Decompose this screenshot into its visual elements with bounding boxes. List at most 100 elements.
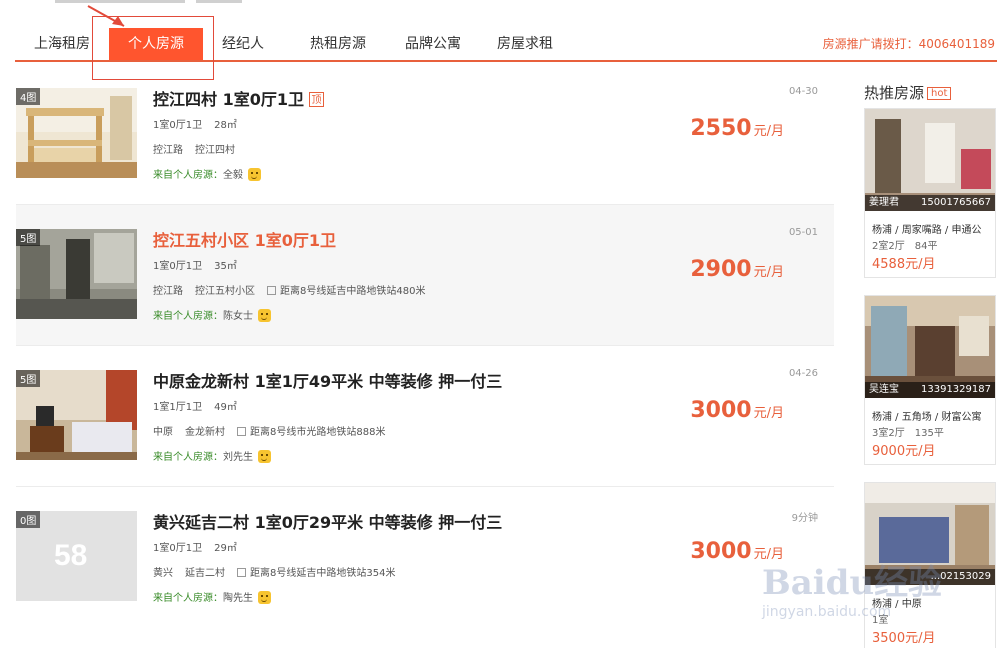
hot-listing-photo[interactable]: 吴连宝 13391329187 [865,296,995,398]
listing-district[interactable]: 控江路 [153,145,183,156]
listing-title[interactable]: 控江五村小区 1室0厅1卫 [153,227,336,251]
listing-metro: 距离8号线市光路地铁站888米 [250,427,386,438]
agent-overlay: 姜理君 15001765667 [865,195,995,211]
hot-listings-sidebar: 热推房源 hot 姜理君 15001765667 杨浦 / 周家嘴路 / 申通公 2… [864,82,996,648]
price-value: 2550 [690,116,752,141]
hot-listing-location[interactable]: 杨浦 / 中原 [872,595,992,610]
tab-hot-rentals[interactable]: 热租房源 [293,28,383,60]
listing-price: 3000 元/月 [690,539,784,564]
hot-listing-photo[interactable]: ...02153029 [865,483,995,585]
listing-metro: 距离8号线延吉中路地铁站480米 [280,286,426,297]
source-label: 来自个人房源： [153,311,223,322]
listing-district[interactable]: 中原 [153,427,173,438]
agent-phone: 13391329187 [921,384,991,395]
listing-community[interactable]: 延吉二村 [185,568,225,579]
hot-listing-photo[interactable]: 姜理君 15001765667 [865,109,995,211]
listing-layout: 1室0厅1卫 [153,261,203,272]
listing-photo-placeholder[interactable]: 58 0图 [16,511,137,601]
listing-title[interactable]: 控江四村 1室0厅1卫顶 [153,86,324,110]
listing-metro: 距离8号线延吉中路地铁站354米 [250,568,396,579]
hot-listing-price: 3500元/月 [872,631,936,646]
listing-source: 来自个人房源：刘先生 [153,448,271,463]
tab-rent-wanted[interactable]: 房屋求租 [483,28,567,60]
top-badge: 顶 [308,92,324,107]
listing-area: 28㎡ [214,120,237,131]
sidebar-title: 热推房源 hot [864,82,996,103]
listing-location: 中原 金龙新村 距离8号线市光路地铁站888米 [153,423,397,438]
listing-location: 控江路 控江五村小区 距离8号线延吉中路地铁站480米 [153,282,437,297]
image-count-badge: 5图 [16,229,41,246]
tab-brand-apartments[interactable]: 品牌公寓 [391,28,475,60]
listing-district[interactable]: 黄兴 [153,568,173,579]
hot-listing-location[interactable]: 杨浦 / 周家嘴路 / 申通公 [872,221,992,236]
listing-photo[interactable]: 5图 [16,229,137,319]
listing-row[interactable]: 58 0图 黄兴延吉二村 1室0厅29平米 中等装修 押一付三 1室0厅1卫 29… [16,487,834,628]
listing-photo[interactable]: 5图 [16,370,137,460]
listing-specs: 1室0厅1卫 28㎡ [153,116,249,131]
hot-listing-card[interactable]: ...02153029 杨浦 / 中原 1室 3500元/月 [864,482,996,648]
hot-listing-rooms: 1室 [872,611,908,626]
source-label: 来自个人房源： [153,593,223,604]
area: 84平 [914,241,938,252]
agent-name: 吴连宝 [869,384,899,395]
price-unit: 元/月 [753,406,784,421]
tab-agents[interactable]: 经纪人 [213,28,273,60]
listing-row[interactable]: 5图 控江五村小区 1室0厅1卫 1室0厅1卫 35㎡ 控江路 控江五村小区 距离8号… [16,205,834,346]
image-count-badge: 4图 [16,88,41,105]
hot-listing-card[interactable]: 吴连宝 13391329187 杨浦 / 五角场 / 财富公寓 3室2厅 135平 … [864,295,996,465]
rooms: 2室2厅 [872,241,905,252]
agent-phone: ...02153029 [930,571,991,582]
listing-layout: 1室1厅1卫 [153,402,203,413]
listing-area: 49㎡ [214,402,237,413]
source-label: 来自个人房源： [153,170,223,181]
smiley-icon [258,309,271,322]
hot-listing-card[interactable]: 姜理君 15001765667 杨浦 / 周家嘴路 / 申通公 2室2厅 84平 4… [864,108,996,278]
tab-shanghai-rent[interactable]: 上海租房 [25,28,99,60]
hot-listing-location[interactable]: 杨浦 / 五角场 / 财富公寓 [872,408,992,423]
price-value: 3000 [690,398,752,423]
contact-name: 陶先生 [223,593,253,604]
sidebar-title-text: 热推房源 [864,84,925,102]
annotation-arrow-icon [87,5,125,27]
top-stub [196,0,242,3]
listing-community[interactable]: 金龙新村 [185,427,225,438]
listing-source: 来自个人房源：陶先生 [153,589,271,604]
listing-source: 来自个人房源：全毅 [153,166,261,181]
listing-photo[interactable]: 4图 [16,88,137,178]
price-unit: 元/月 [753,124,784,139]
smiley-icon [248,168,261,181]
listing-community[interactable]: 控江四村 [195,145,235,156]
listing-district[interactable]: 控江路 [153,286,183,297]
listing-title-text[interactable]: 控江四村 1室0厅1卫 [153,90,304,109]
listing-source: 来自个人房源：陈女士 [153,307,271,322]
price-unit: 元/月 [753,547,784,562]
promo-hotline: 房源推广请拨打：4006401189 [822,37,995,51]
contact-name: 陈女士 [223,311,253,322]
listing-specs: 1室0厅1卫 29㎡ [153,539,249,554]
listing-row[interactable]: 5图 中原金龙新村 1室1厅49平米 中等装修 押一付三 1室1厅1卫 49㎡ 中… [16,346,834,487]
listing-specs: 1室0厅1卫 35㎡ [153,257,249,272]
listing-specs: 1室1厅1卫 49㎡ [153,398,249,413]
agent-name: 姜理君 [869,197,899,208]
price-value: 3000 [690,539,752,564]
listing-row[interactable]: 4图 控江四村 1室0厅1卫顶 1室0厅1卫 28㎡ 控江路 控江四村 来自个人房源… [16,64,834,205]
listing-layout: 1室0厅1卫 [153,543,203,554]
rooms: 3室2厅 [872,428,905,439]
smiley-icon [258,591,271,604]
source-label: 来自个人房源： [153,452,223,463]
placeholder-logo: 58 [54,539,88,572]
image-count-badge: 5图 [16,370,41,387]
agent-overlay: ...02153029 [865,569,995,585]
listing-title[interactable]: 黄兴延吉二村 1室0厅29平米 中等装修 押一付三 [153,509,502,533]
rooms: 1室 [872,615,889,626]
listing-location: 控江路 控江四村 [153,141,247,156]
hot-listing-price: 9000元/月 [872,444,936,459]
price-value: 2900 [690,257,752,282]
smiley-icon [258,450,271,463]
listing-location: 黄兴 延吉二村 距离8号线延吉中路地铁站354米 [153,564,407,579]
price-unit: 元/月 [753,265,784,280]
listing-community[interactable]: 控江五村小区 [195,286,255,297]
hot-badge: hot [927,87,952,100]
listing-title[interactable]: 中原金龙新村 1室1厅49平米 中等装修 押一付三 [153,368,502,392]
area: 135平 [914,428,944,439]
